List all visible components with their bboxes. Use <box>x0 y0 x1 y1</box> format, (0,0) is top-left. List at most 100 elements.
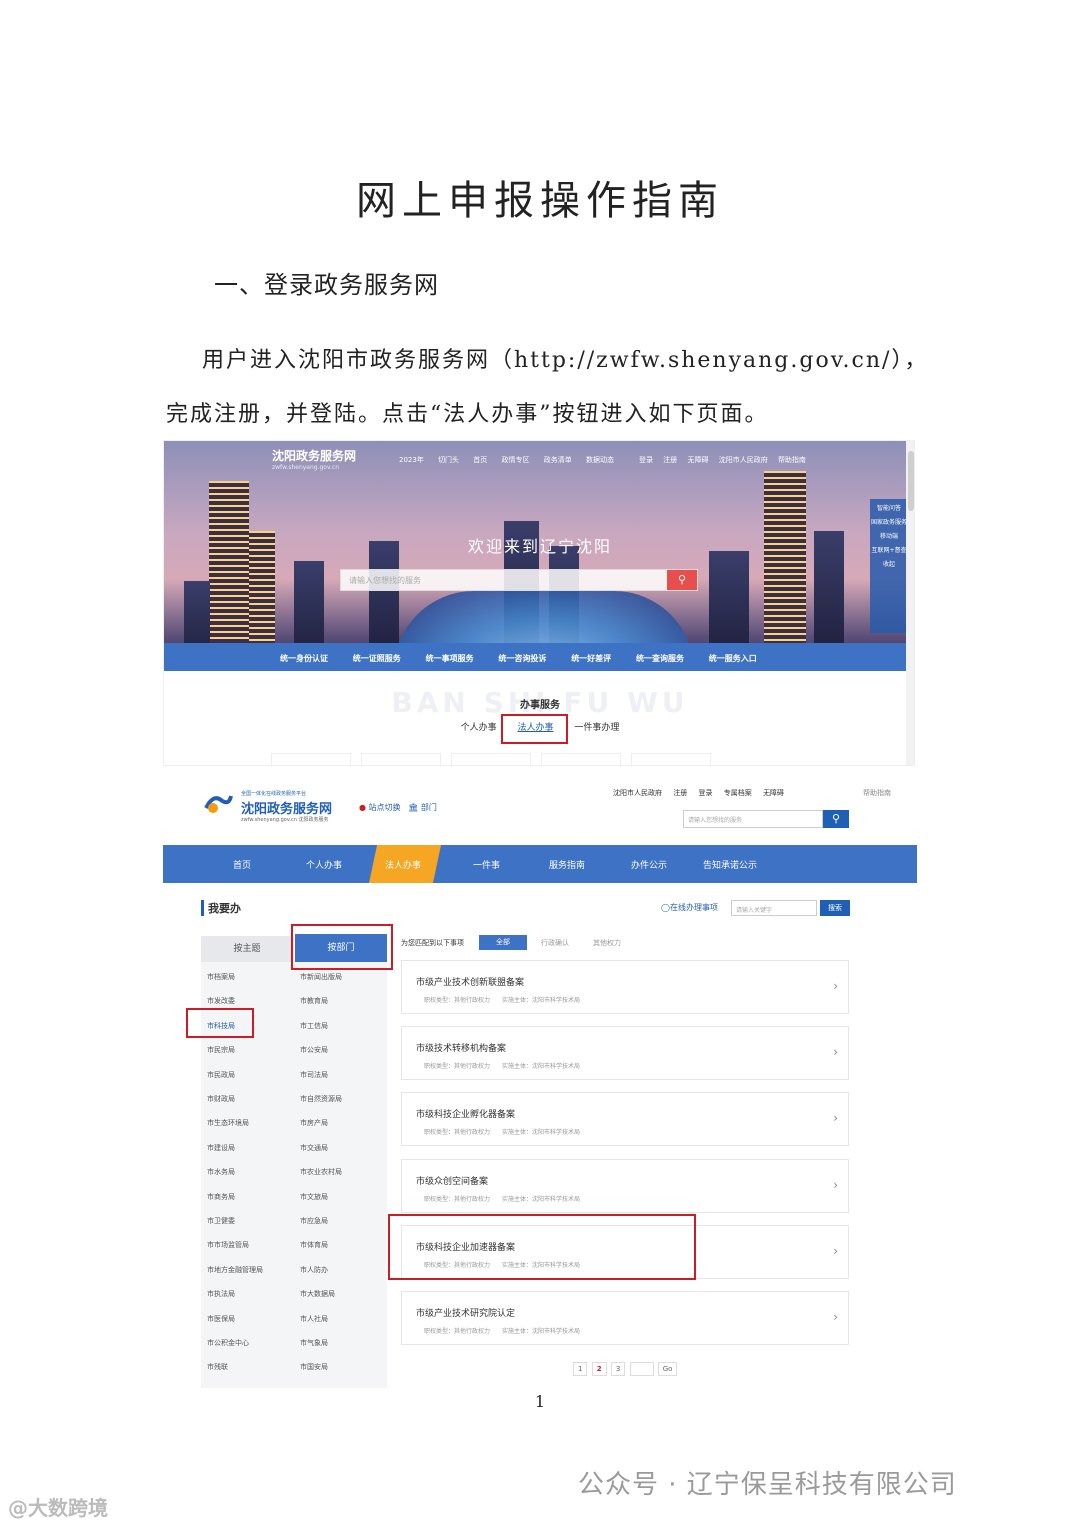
result-item[interactable]: 市级科技企业孵化器备案 职权类型：其他行政权力 实施主体：沈阳市科学技术局 › <box>401 1092 849 1147</box>
dept-item[interactable]: 市交通局 <box>300 1143 328 1153</box>
service-link[interactable]: 统一好差评 <box>571 654 611 663</box>
dept-item[interactable]: 市档案局 <box>207 972 235 982</box>
location-switch[interactable]: ● 站点切换 🏛 部门 <box>359 802 437 813</box>
dept-item[interactable]: 市房产局 <box>300 1118 328 1128</box>
dept-item[interactable]: 市司法局 <box>300 1070 328 1080</box>
dept-item[interactable]: 市自然资源局 <box>300 1094 342 1104</box>
top-link[interactable]: 无障碍 <box>687 456 708 464</box>
filter-option[interactable]: 其他权力 <box>593 938 621 948</box>
dept-item[interactable]: 市市场监管局 <box>207 1240 249 1250</box>
header-link[interactable]: 沈阳市人民政府 <box>613 789 662 797</box>
nav-legal-person[interactable]: 法人办事 <box>385 858 421 871</box>
dept-item[interactable]: 市公安局 <box>300 1045 328 1055</box>
dept-item[interactable]: 市残联 <box>207 1362 228 1372</box>
dept-link[interactable]: 部门 <box>421 803 437 812</box>
dept-item[interactable]: 市文旅局 <box>300 1192 328 1202</box>
nav-guide[interactable]: 服务指南 <box>549 858 585 871</box>
dept-item[interactable]: 市发改委 <box>207 996 235 1006</box>
service-link[interactable]: 统一服务入口 <box>709 654 757 663</box>
filter-option[interactable]: 行政确认 <box>541 938 569 948</box>
tab-personal[interactable]: 个人办事 <box>461 723 497 733</box>
dept-item[interactable]: 市医保局 <box>207 1314 235 1324</box>
nav-commitment[interactable]: 告知承诺公示 <box>703 858 757 871</box>
keyword-search-button[interactable]: 搜索 <box>820 900 850 916</box>
dept-item[interactable]: 市商务局 <box>207 1192 235 1202</box>
header-link[interactable]: 专属档案 <box>724 789 752 797</box>
keyword-input[interactable]: 请输入关键字 <box>731 900 817 916</box>
search-icon[interactable]: ⚲ <box>823 810 849 828</box>
dept-item[interactable]: 市民政局 <box>207 1070 235 1080</box>
page-input[interactable] <box>629 1362 654 1376</box>
dept-item[interactable]: 市国安局 <box>300 1362 328 1372</box>
help-link[interactable]: 帮助指南 <box>863 788 891 798</box>
result-item[interactable]: 市级技术转移机构备案 职权类型：其他行政权力 实施主体：沈阳市科学技术局 › <box>401 1026 849 1081</box>
service-link[interactable]: 统一证照服务 <box>353 654 401 663</box>
search-input[interactable]: 请输入您想找的服务 <box>349 575 421 586</box>
header-link[interactable]: 登录 <box>698 789 712 797</box>
page-link-current[interactable]: 2 <box>591 1362 607 1376</box>
top-link[interactable]: 帮助指南 <box>778 456 806 464</box>
top-link[interactable]: 注册 <box>663 456 677 464</box>
dept-item[interactable]: 市人防办 <box>300 1265 328 1275</box>
dept-item[interactable]: 市卫健委 <box>207 1216 235 1226</box>
header-link[interactable]: 无障碍 <box>763 789 784 797</box>
service-link[interactable]: 统一查询服务 <box>636 654 684 663</box>
nav-item[interactable]: 政情专区 <box>502 456 530 464</box>
dept-item[interactable]: 市公积金中心 <box>207 1338 249 1348</box>
service-link[interactable]: 统一事项服务 <box>426 654 474 663</box>
nav-item[interactable]: 数据动态 <box>586 456 614 464</box>
site-logo-icon[interactable] <box>203 788 233 818</box>
search-icon[interactable]: ⚲ <box>667 570 697 590</box>
result-item[interactable]: 市级众创空间备案 职权类型：其他行政权力 实施主体：沈阳市科学技术局 › <box>401 1158 849 1213</box>
top-link[interactable]: 沈阳市人民政府 <box>719 456 768 464</box>
dept-item[interactable]: 市气象局 <box>300 1338 328 1348</box>
nav-item[interactable]: 2023年 <box>399 456 424 464</box>
side-item[interactable]: 国家政务服务 <box>870 517 908 526</box>
service-link[interactable]: 统一咨询投诉 <box>498 654 546 663</box>
go-button[interactable]: Go <box>657 1362 678 1376</box>
dept-item[interactable]: 市建设局 <box>207 1143 235 1153</box>
dept-item[interactable]: 市财政局 <box>207 1094 235 1104</box>
page-link[interactable]: 3 <box>610 1362 626 1376</box>
result-item[interactable]: 市级产业技术创新联盟备案 职权类型：其他行政权力 实施主体：沈阳市科学技术局 › <box>401 960 849 1014</box>
dept-item[interactable]: 市地方金融管理局 <box>207 1265 263 1275</box>
tab-one-thing[interactable]: 一件事办理 <box>574 723 619 733</box>
dept-item[interactable]: 市应急局 <box>300 1216 328 1226</box>
tab-by-theme[interactable]: 按主题 <box>201 936 293 962</box>
nav-home[interactable]: 首页 <box>233 858 251 871</box>
nav-publicity[interactable]: 办件公示 <box>631 858 667 871</box>
online-filter-checkbox[interactable]: ◯在线办理事项 <box>661 902 718 913</box>
side-item[interactable]: 互联网+督查 <box>870 545 908 554</box>
dept-item[interactable]: 市民宗局 <box>207 1045 235 1055</box>
hero-search[interactable]: 请输入您想找的服务 ⚲ <box>340 569 698 591</box>
dept-item[interactable]: 市新闻出版局 <box>300 972 342 982</box>
search-input[interactable]: 请输入您想找的服务 <box>688 815 742 824</box>
page-link[interactable]: 1 <box>573 1362 588 1376</box>
nav-item[interactable]: 首页 <box>473 456 487 464</box>
site-logo[interactable]: 沈阳政务服务网 <box>241 798 332 817</box>
nav-one-thing[interactable]: 一件事 <box>473 858 500 871</box>
site-logo[interactable]: 沈阳政务服务网 zwfw.shenyang.gov.cn <box>272 447 356 471</box>
side-item[interactable]: 移动端 <box>870 531 908 540</box>
dept-item[interactable]: 市体育局 <box>300 1240 328 1250</box>
dept-item[interactable]: 市生态环境局 <box>207 1118 249 1128</box>
result-item[interactable]: 市级产业技术研究院认定 职权类型：其他行政权力 实施主体：沈阳市科学技术局 › <box>401 1291 849 1345</box>
nav-item[interactable]: 切门头 <box>438 456 459 464</box>
side-item[interactable]: 智能问答 <box>870 503 908 512</box>
dept-item[interactable]: 市工信局 <box>300 1021 328 1031</box>
dept-item[interactable]: 市执法局 <box>207 1289 235 1299</box>
header-link[interactable]: 注册 <box>673 789 687 797</box>
nav-item[interactable]: 政务清单 <box>544 456 572 464</box>
side-item[interactable]: 收起 <box>870 559 908 568</box>
dept-item[interactable]: 市大数据局 <box>300 1289 335 1299</box>
dept-item[interactable]: 市农业农村局 <box>300 1167 342 1177</box>
dept-item[interactable]: 市人社局 <box>300 1314 328 1324</box>
nav-personal[interactable]: 个人办事 <box>306 858 342 871</box>
service-link[interactable]: 统一身份认证 <box>280 654 328 663</box>
filter-all[interactable]: 全部 <box>479 935 527 950</box>
dept-item[interactable]: 市水务局 <box>207 1167 235 1177</box>
header-search[interactable]: 请输入您想找的服务 <box>683 810 823 828</box>
scrollbar[interactable] <box>906 441 914 765</box>
top-link[interactable]: 登录 <box>639 456 653 464</box>
dept-item[interactable]: 市教育局 <box>300 996 328 1006</box>
